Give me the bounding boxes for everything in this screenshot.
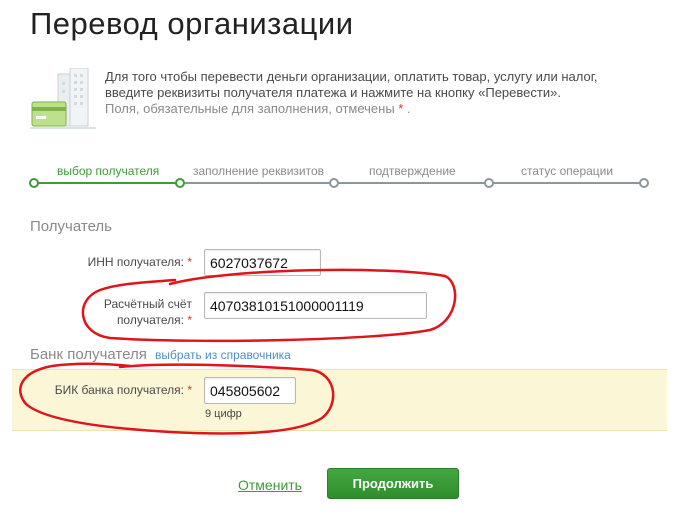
bank-section-title: Банк получателя выбрать из справочника (30, 346, 291, 363)
intro-line-2: введите реквизиты получателя платежа и н… (105, 85, 561, 100)
required-note-text: Поля, обязательные для заполнения, отмеч… (105, 101, 395, 116)
inn-label-text: ИНН получателя: (87, 255, 184, 269)
bik-label: БИК банка получателя: * (30, 382, 192, 398)
continue-button[interactable]: Продолжить (327, 468, 459, 499)
page-title: Перевод организации (30, 6, 354, 41)
required-star: * (398, 101, 404, 116)
bik-input[interactable] (204, 377, 296, 404)
choose-from-directory-link[interactable]: выбрать из справочника (155, 348, 291, 362)
account-label-line-2: получателя: * (116, 313, 192, 327)
step-dot-5 (639, 178, 649, 188)
step-dot-3 (329, 178, 339, 188)
account-label: Расчётный счёт получателя: * (40, 296, 192, 328)
account-required-star: * (187, 313, 192, 327)
step-dot-4 (484, 178, 494, 188)
recipient-section-title: Получатель (30, 218, 112, 235)
bik-hint: 9 цифр (205, 408, 242, 420)
step-dot-2 (175, 178, 185, 188)
organization-payment-icon (30, 67, 100, 132)
inn-label: ИНН получателя: * (40, 254, 192, 270)
progress-steps: выбор получателя заполнение реквизитов п… (0, 158, 678, 198)
intro-text: Для того чтобы перевести деньги организа… (105, 69, 665, 117)
account-label-line-1: Расчётный счёт (103, 297, 192, 311)
inn-required-star: * (187, 255, 192, 269)
cancel-link[interactable]: Отменить (238, 477, 302, 493)
required-note-end: . (406, 101, 411, 116)
step-operation-status: статус операции (521, 164, 614, 178)
bank-section-title-text: Банк получателя (30, 346, 147, 363)
bik-required-star: * (187, 383, 192, 397)
inn-input[interactable] (204, 249, 321, 276)
step-select-recipient: выбор получателя (57, 164, 160, 178)
account-number-input[interactable] (204, 292, 427, 319)
required-note: Поля, обязательные для заполнения, отмеч… (105, 101, 665, 117)
bik-highlight-band (12, 369, 667, 431)
bik-label-text: БИК банка получателя: (54, 383, 184, 397)
intro-line-1: Для того чтобы перевести деньги организа… (105, 69, 598, 84)
step-fill-details: заполнение реквизитов (193, 164, 325, 178)
step-dot-1 (29, 178, 39, 188)
step-confirmation: подтверждение (369, 164, 456, 178)
